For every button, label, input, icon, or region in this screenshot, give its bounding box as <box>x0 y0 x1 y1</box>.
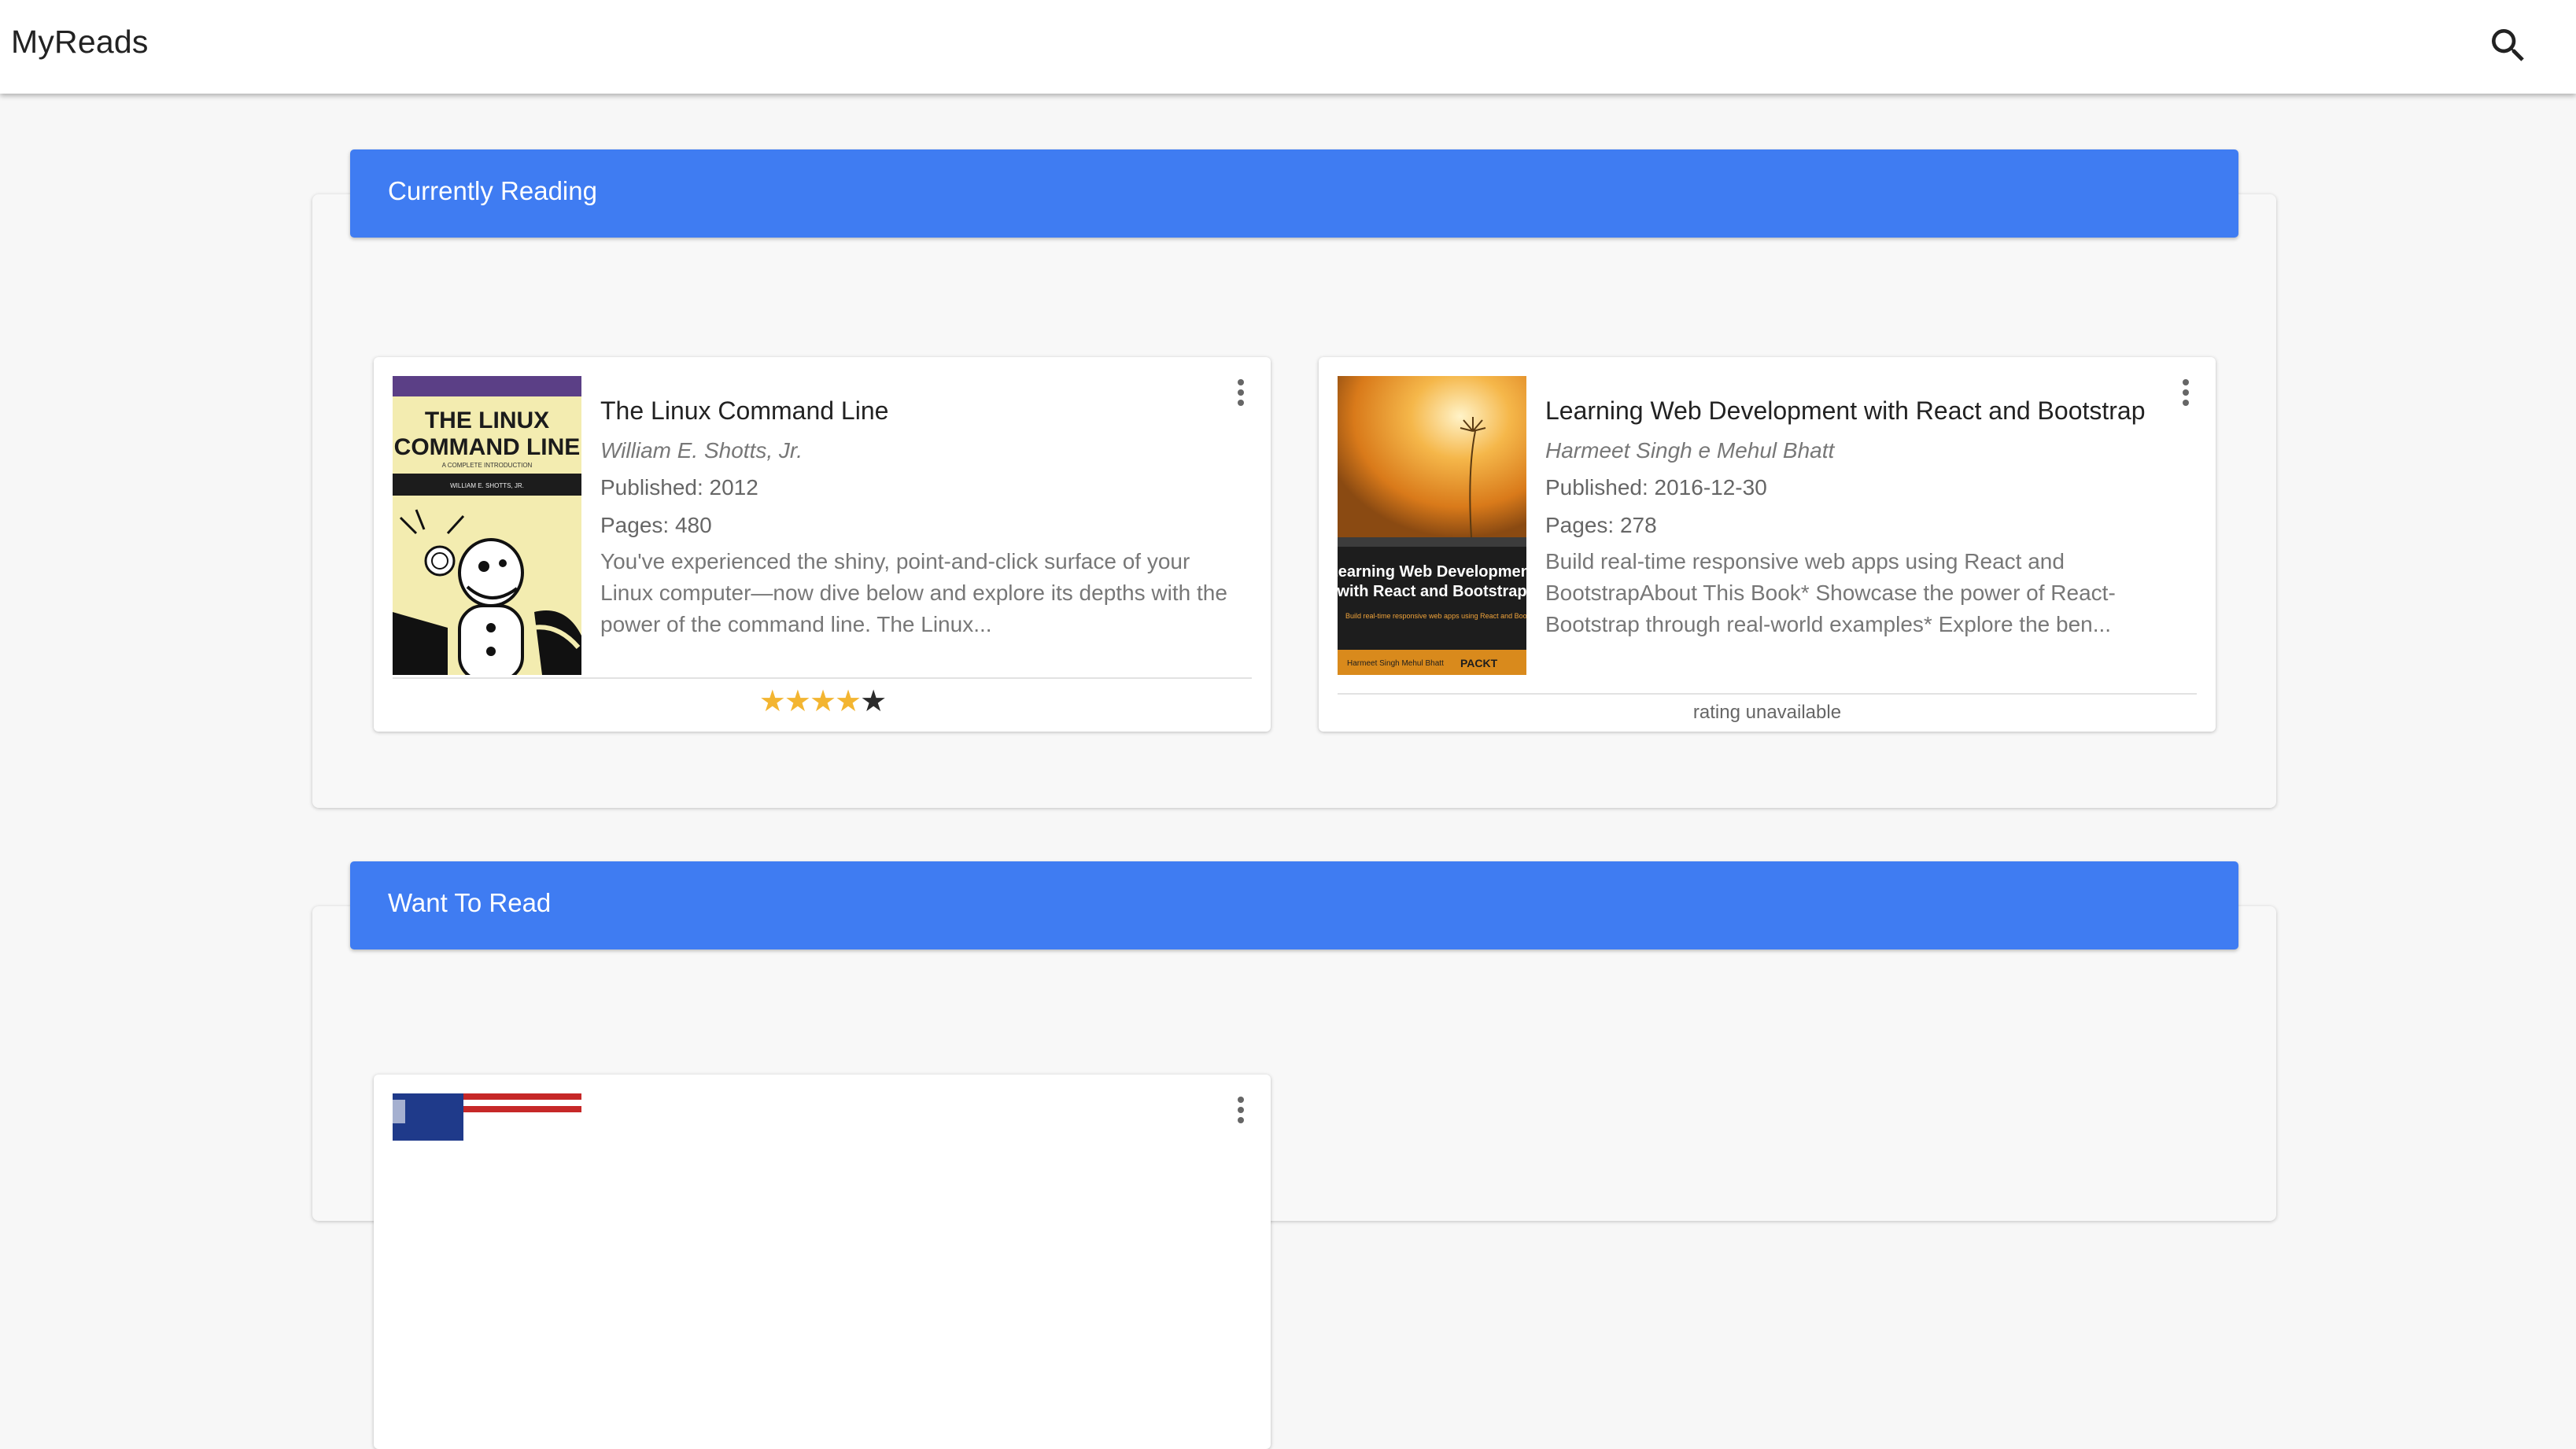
star-filled-icon: ★ <box>758 685 786 718</box>
book-description: You've experienced the shiny, point-and-… <box>600 549 1227 636</box>
book-pages: Pages: 278 <box>1545 513 1657 537</box>
app-bar: MyReads <box>0 0 2576 94</box>
cover-title-line-1: Learning Web Development <box>1338 563 1526 581</box>
shelf-header-currently-reading: Currently Reading <box>350 149 2238 238</box>
star-filled-icon: ★ <box>809 685 836 718</box>
book-menu-button[interactable] <box>1234 1097 1247 1128</box>
cover-publisher: PACKT <box>1460 657 1498 669</box>
cover-title-line-2: COMMAND LINE <box>394 434 581 460</box>
star-filled-icon: ★ <box>835 685 862 718</box>
cover-author: Harmeet Singh Mehul Bhatt <box>1347 659 1444 668</box>
card-divider <box>393 677 1252 679</box>
more-vert-icon <box>1234 379 1247 406</box>
book-card: THE LINUX COMMAND LINE A COMPLETE INTROD… <box>374 357 1271 732</box>
book-pages: Pages: 480 <box>600 513 712 537</box>
book-title[interactable]: Learning Web Development with React and … <box>1545 396 2146 426</box>
book-published: Published: 2012 <box>600 475 758 500</box>
book-menu-button[interactable] <box>1234 379 1247 411</box>
book-card: Learning Web Development with React and … <box>1319 357 2216 732</box>
rating-unavailable-text: rating unavailable <box>1692 702 1842 723</box>
book-author: William E. Shotts, Jr. <box>600 438 803 463</box>
star-rating: ★★★★★ <box>374 686 1271 717</box>
cover-author: WILLIAM E. SHOTTS, JR. <box>450 482 524 489</box>
search-button[interactable] <box>2486 24 2530 68</box>
book-title[interactable]: The Linux Command Line <box>600 396 888 426</box>
shelf-title: Currently Reading <box>388 176 597 205</box>
cover-subtitle: A COMPLETE INTRODUCTION <box>442 462 533 469</box>
book-cover[interactable]: THE LINUX COMMAND LINE A COMPLETE INTROD… <box>393 376 581 675</box>
search-icon <box>2492 29 2524 61</box>
star-filled-icon: ★ <box>784 685 811 718</box>
book-card <box>374 1075 1271 1449</box>
card-divider <box>1338 693 2197 695</box>
cover-title-line-1: THE LINUX <box>425 407 549 433</box>
book-menu-button[interactable] <box>2179 379 2192 411</box>
cover-title-line-2: with React and Bootstrap <box>1338 583 1526 600</box>
more-vert-icon <box>2179 379 2192 406</box>
book-author: Harmeet Singh e Mehul Bhatt <box>1545 438 1835 463</box>
cover-subtitle: Build real-time responsive web apps usin… <box>1345 612 1526 620</box>
book-cover[interactable]: Learning Web Development with React and … <box>1338 376 1526 675</box>
more-vert-icon <box>1234 1097 1247 1123</box>
shelf-header-want-to-read: Want To Read <box>350 861 2238 949</box>
book-cover[interactable] <box>393 1093 581 1392</box>
book-description: Build real-time responsive web apps usin… <box>1545 549 2116 636</box>
book-published: Published: 2016-12-30 <box>1545 475 1767 500</box>
shelf-title: Want To Read <box>388 888 552 917</box>
star-empty-icon: ★ <box>860 685 887 718</box>
app-title: MyReads <box>11 24 149 60</box>
